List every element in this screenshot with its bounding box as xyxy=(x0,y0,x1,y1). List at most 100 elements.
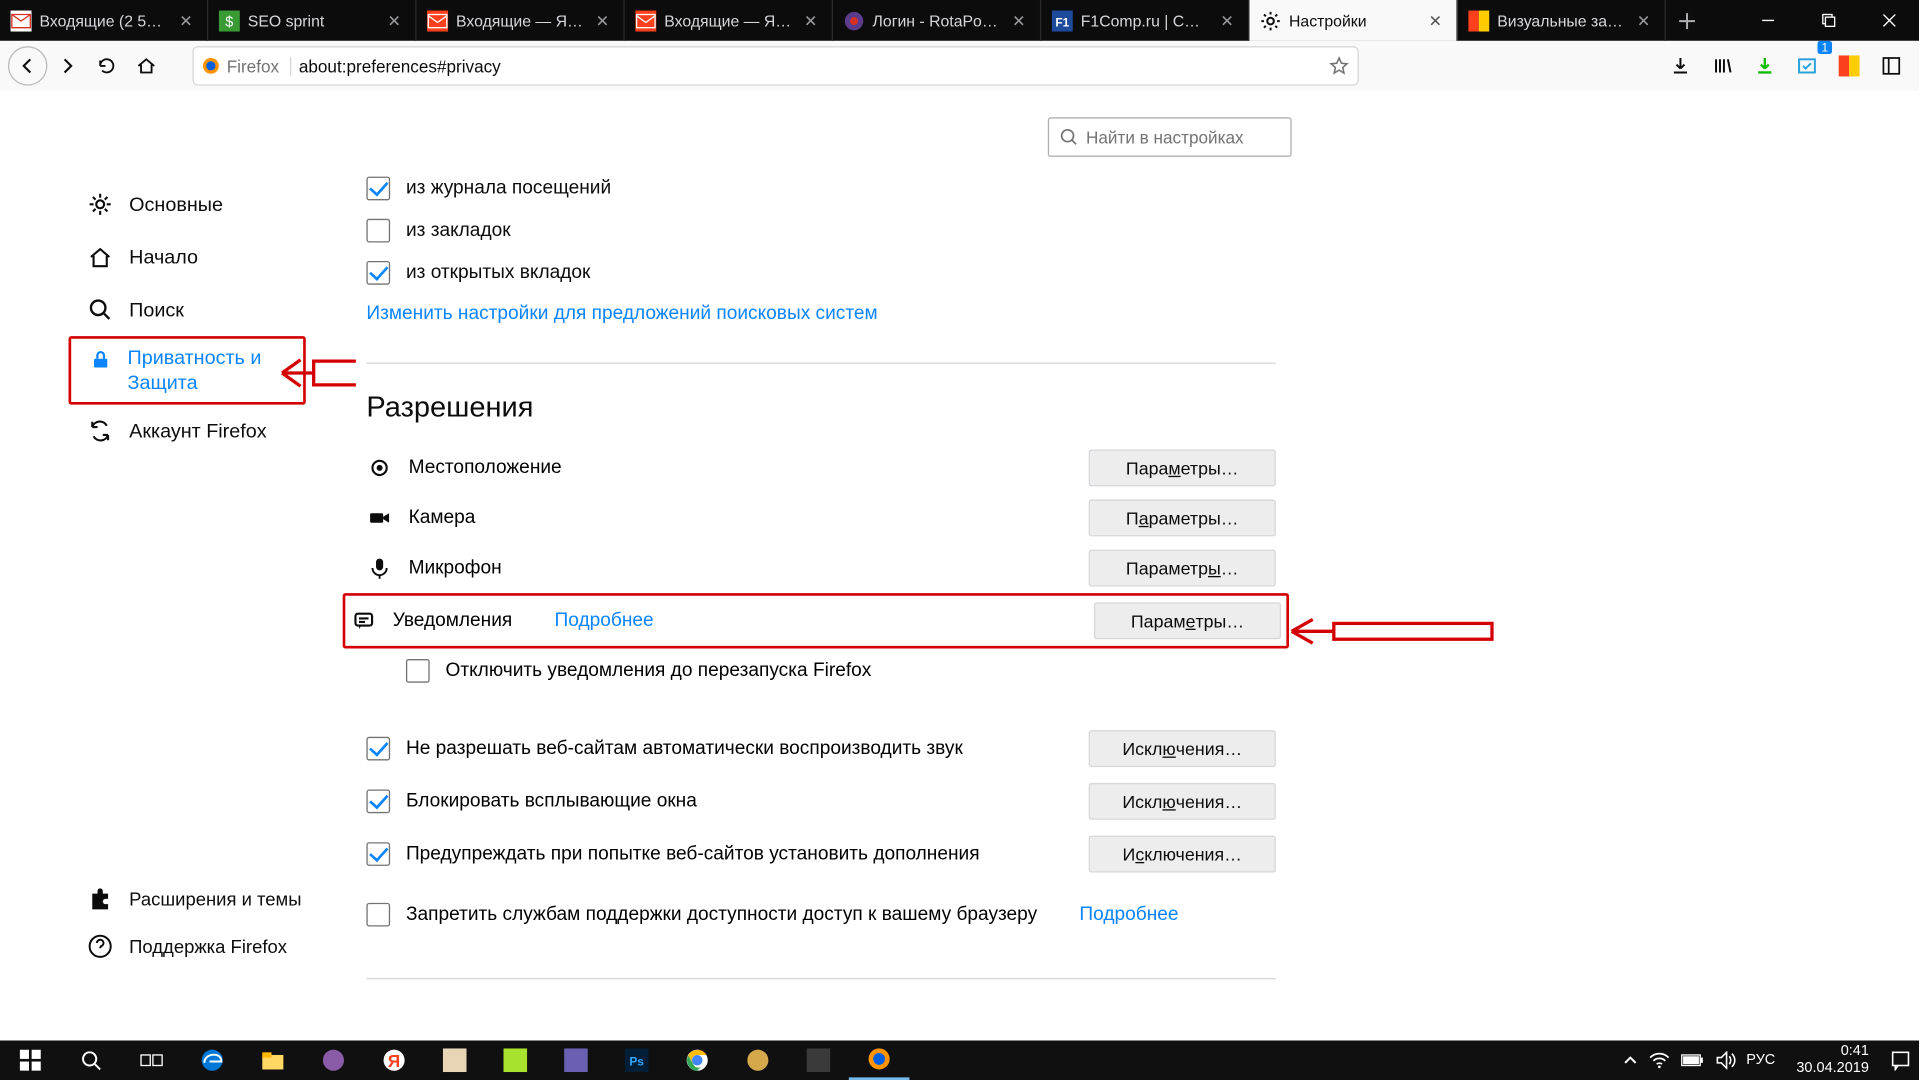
sidebar-item-sync[interactable]: Аккаунт Firefox xyxy=(69,405,306,458)
taskbar-app-firefox[interactable] xyxy=(849,1040,910,1080)
url-text: about:preferences#privacy xyxy=(299,56,501,76)
close-icon[interactable]: ✕ xyxy=(1425,10,1446,31)
taskbar-app-edge[interactable] xyxy=(182,1040,243,1080)
sidebar-label: Поиск xyxy=(129,299,184,321)
action-center-icon[interactable] xyxy=(1890,1050,1911,1071)
downloads-button[interactable] xyxy=(1661,46,1701,86)
address-bar[interactable]: Firefox about:preferences#privacy xyxy=(192,46,1358,86)
volume-icon[interactable] xyxy=(1715,1051,1736,1069)
sidebar-button[interactable] xyxy=(1872,46,1912,86)
library-button[interactable] xyxy=(1703,46,1743,86)
taskbar-app-1[interactable] xyxy=(303,1040,364,1080)
language-indicator[interactable]: РУС xyxy=(1746,1052,1775,1068)
tab-yandex2[interactable]: Входящие — Янде ✕ xyxy=(625,0,833,41)
close-icon[interactable]: ✕ xyxy=(175,10,196,31)
new-tab-button[interactable] xyxy=(1666,0,1708,41)
highlight-notifications: Уведомления Подробнее Параметры… xyxy=(343,593,1289,648)
task-view-button[interactable] xyxy=(121,1040,182,1080)
tab-rotapost[interactable]: Логин - RotaPost.ru ✕ xyxy=(833,0,1041,41)
exceptions-button[interactable]: Исключения… xyxy=(1089,730,1276,767)
taskbar-app-chrome[interactable] xyxy=(667,1040,728,1080)
sidebar-item-support[interactable]: Поддержка Firefox xyxy=(69,923,333,970)
sidebar-item-home[interactable]: Начало xyxy=(69,231,306,284)
exceptions-button[interactable]: Исключения… xyxy=(1089,783,1276,820)
minimize-button[interactable] xyxy=(1737,0,1798,41)
close-icon[interactable]: ✕ xyxy=(384,10,405,31)
home-button[interactable] xyxy=(127,46,167,86)
sidebar-item-privacy[interactable]: Приватность и Защита xyxy=(69,336,306,405)
close-icon[interactable]: ✕ xyxy=(1633,10,1654,31)
close-icon[interactable]: ✕ xyxy=(1008,10,1029,31)
sidebar-label: Аккаунт Firefox xyxy=(129,420,266,442)
camera-icon xyxy=(366,505,392,531)
taskbar-app-yandex[interactable]: Я xyxy=(364,1040,425,1080)
forward-button[interactable] xyxy=(47,46,87,86)
taskbar-app-4[interactable] xyxy=(728,1040,789,1080)
start-button[interactable] xyxy=(0,1040,61,1080)
tab-f1comp[interactable]: F1 F1Comp.ru | Советы ✕ xyxy=(1041,0,1249,41)
tab-gmail[interactable]: Входящие (2 559) ✕ xyxy=(0,0,208,41)
params-button[interactable]: Параметры… xyxy=(1089,449,1276,486)
checkbox-disable-notifs[interactable]: Отключить уведомления до перезапуска Fir… xyxy=(406,648,1276,693)
gear-icon xyxy=(87,191,113,217)
back-button[interactable] xyxy=(8,46,48,86)
link-search-engines[interactable]: Изменить настройки для предложений поиск… xyxy=(366,303,877,324)
checkbox-history[interactable]: из журнала посещений xyxy=(366,167,1275,209)
tab-bookmarks[interactable]: Визуальные заклад ✕ xyxy=(1458,0,1666,41)
close-window-button[interactable] xyxy=(1858,0,1919,41)
download-green-icon[interactable] xyxy=(1745,46,1785,86)
browser-tabstrip: Входящие (2 559) ✕ $ SEO sprint ✕ Входящ… xyxy=(0,0,1919,41)
tray-expand-icon[interactable] xyxy=(1622,1052,1638,1068)
yandex-bookmarks-icon xyxy=(1468,10,1489,31)
svg-text:Я: Я xyxy=(388,1051,400,1071)
checkbox-icon[interactable] xyxy=(366,737,390,761)
battery-icon[interactable] xyxy=(1680,1052,1704,1068)
clock-date: 30.04.2019 xyxy=(1796,1060,1869,1077)
wifi-icon[interactable] xyxy=(1649,1051,1670,1069)
close-icon[interactable]: ✕ xyxy=(592,10,613,31)
sidebar-item-extensions[interactable]: Расширения и темы xyxy=(69,875,333,922)
sidebar-label: Поддержка Firefox xyxy=(129,936,287,957)
taskbar-app-explorer[interactable] xyxy=(243,1040,304,1080)
taskbar-app-3[interactable] xyxy=(546,1040,607,1080)
search-taskbar-button[interactable] xyxy=(61,1040,122,1080)
checkbox-bookmarks[interactable]: из закладок xyxy=(366,210,1275,252)
perm-row-addons: Предупреждать при попытке веб-сайтов уст… xyxy=(366,828,1275,881)
params-button[interactable]: Параметры… xyxy=(1089,500,1276,537)
link-a11y-more[interactable]: Подробнее xyxy=(1079,904,1178,925)
navigation-toolbar: Firefox about:preferences#privacy 1 xyxy=(0,41,1919,91)
taskbar-app-5[interactable] xyxy=(788,1040,849,1080)
perm-row-location: Местоположение Параметры… xyxy=(366,443,1275,493)
maximize-button[interactable] xyxy=(1798,0,1859,41)
tab-seosprint[interactable]: $ SEO sprint ✕ xyxy=(208,0,416,41)
taskbar-app-notepadpp[interactable] xyxy=(485,1040,546,1080)
taskbar-app-photoshop[interactable]: Ps xyxy=(606,1040,667,1080)
savefrom-icon[interactable]: 1 xyxy=(1787,46,1827,86)
search-preferences-input[interactable]: Найти в настройках xyxy=(1048,117,1292,157)
f1comp-icon: F1 xyxy=(1052,10,1073,31)
sidebar-item-search[interactable]: Поиск xyxy=(69,283,306,336)
checkbox-icon[interactable] xyxy=(366,842,390,866)
taskbar-clock[interactable]: 0:41 30.04.2019 xyxy=(1786,1044,1880,1077)
extension-flag-icon[interactable] xyxy=(1829,46,1869,86)
sidebar-item-general[interactable]: Основные xyxy=(69,178,306,231)
close-icon[interactable]: ✕ xyxy=(1217,10,1238,31)
link-notif-more[interactable]: Подробнее xyxy=(555,610,654,631)
tab-settings[interactable]: Настройки ✕ xyxy=(1249,0,1457,41)
reload-button[interactable] xyxy=(87,46,127,86)
help-icon xyxy=(87,933,113,959)
params-button[interactable]: Параметры… xyxy=(1089,550,1276,587)
tab-yandex1[interactable]: Входящие — Янде ✕ xyxy=(416,0,624,41)
checkbox-opentabs[interactable]: из открытых вкладок xyxy=(366,252,1275,294)
seosprint-icon: $ xyxy=(219,10,240,31)
sidebar-footer: Расширения и темы Поддержка Firefox xyxy=(69,875,333,970)
params-button[interactable]: Параметры… xyxy=(1094,602,1281,639)
checkbox-icon[interactable] xyxy=(366,789,390,813)
exceptions-button[interactable]: Исключения… xyxy=(1089,836,1276,873)
close-icon[interactable]: ✕ xyxy=(800,10,821,31)
taskbar-app-2[interactable] xyxy=(424,1040,485,1080)
svg-text:$: $ xyxy=(225,14,233,30)
divider xyxy=(366,362,1275,363)
checkbox-icon[interactable] xyxy=(366,903,390,927)
bookmark-star-icon[interactable] xyxy=(1329,55,1350,76)
